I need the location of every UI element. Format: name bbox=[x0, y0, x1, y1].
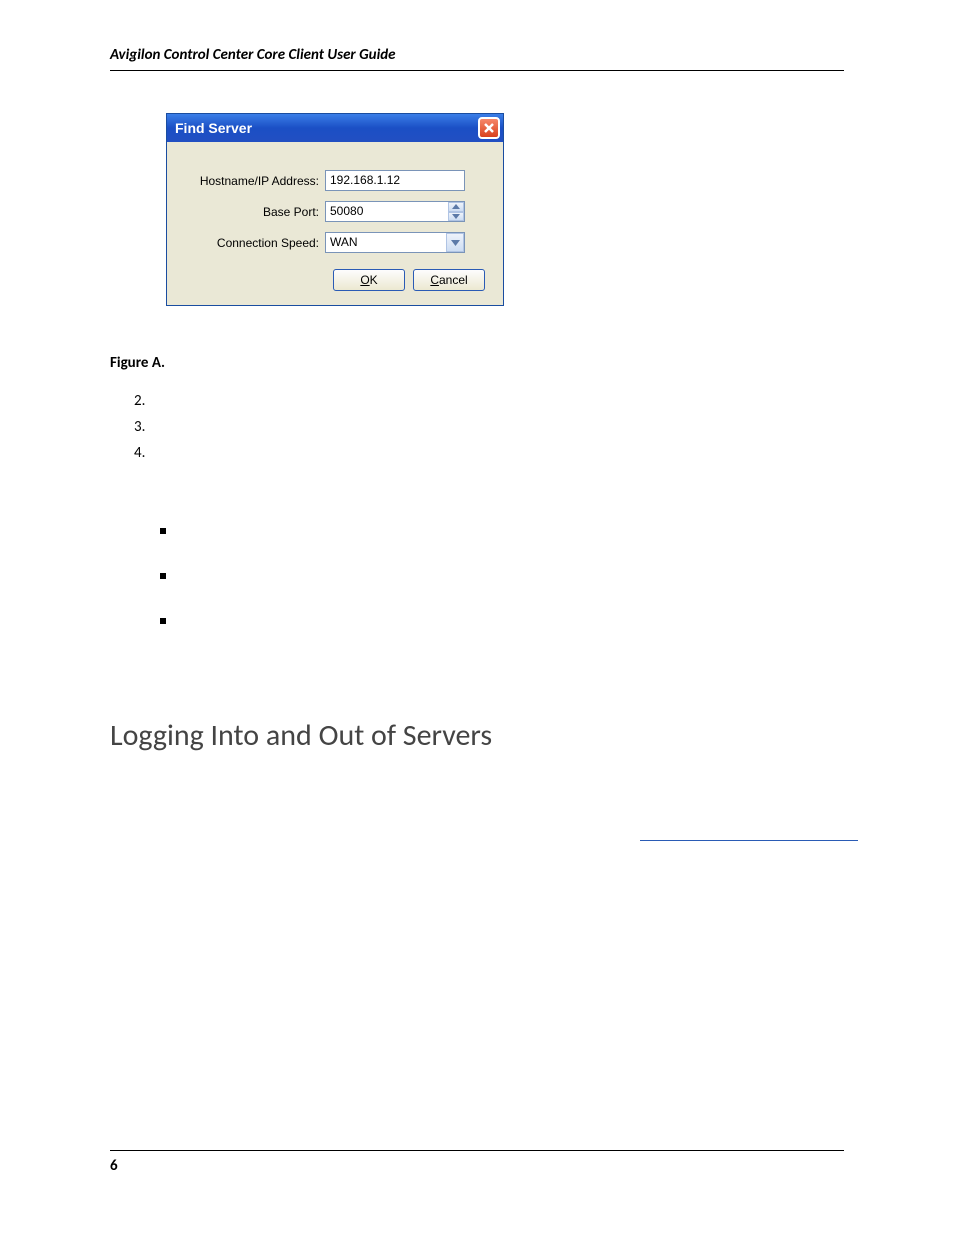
hostname-label: Hostname/IP Address: bbox=[185, 174, 325, 188]
baseport-input[interactable]: 50080 bbox=[325, 201, 465, 222]
dialog-body: Hostname/IP Address: 192.168.1.12 Base P… bbox=[167, 142, 503, 305]
connspeed-select[interactable]: WAN bbox=[325, 232, 465, 253]
figure-label: Figure A. bbox=[110, 354, 844, 372]
list-item-4: 4. bbox=[134, 444, 844, 462]
hostname-input[interactable]: 192.168.1.12 bbox=[325, 170, 465, 191]
chevron-up-icon bbox=[452, 204, 460, 209]
bullet-icon bbox=[160, 618, 166, 624]
baseport-spin-up[interactable] bbox=[448, 202, 464, 212]
bullet-list bbox=[160, 528, 844, 663]
chevron-down-icon bbox=[451, 240, 460, 246]
chevron-down-icon bbox=[452, 214, 460, 219]
bullet-icon bbox=[160, 573, 166, 579]
close-button[interactable] bbox=[478, 117, 500, 139]
page-number: 6 bbox=[110, 1157, 118, 1175]
page-footer: 6 bbox=[110, 1150, 844, 1175]
baseport-spin-down[interactable] bbox=[448, 212, 464, 222]
cancel-button[interactable]: Cancel bbox=[413, 269, 485, 291]
connspeed-dropdown-button[interactable] bbox=[446, 233, 464, 252]
close-icon bbox=[483, 122, 495, 134]
dialog-titlebar: Find Server bbox=[167, 114, 503, 142]
find-server-dialog: Find Server Hostname/IP Address: 192.168… bbox=[166, 113, 504, 306]
bullet-icon bbox=[160, 528, 166, 534]
running-header: Avigilon Control Center Core Client User… bbox=[110, 46, 844, 71]
list-item-2: 2. bbox=[134, 392, 844, 410]
dialog-title: Find Server bbox=[175, 120, 252, 136]
numbered-list: 2. 3. 4. bbox=[134, 392, 844, 462]
connspeed-label: Connection Speed: bbox=[185, 236, 325, 250]
ok-button[interactable]: OK bbox=[333, 269, 405, 291]
hyperlink[interactable] bbox=[640, 840, 858, 841]
baseport-label: Base Port: bbox=[185, 205, 325, 219]
section-heading: Logging Into and Out of Servers bbox=[110, 717, 844, 754]
list-item-3: 3. bbox=[134, 418, 844, 436]
